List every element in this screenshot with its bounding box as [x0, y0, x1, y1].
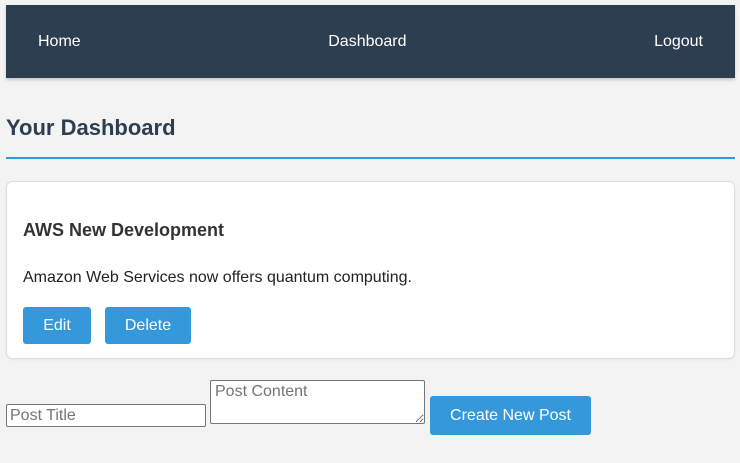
delete-post-button[interactable]: Delete — [105, 307, 191, 344]
dashboard-page: Home Dashboard Logout Your Dashboard AWS… — [0, 0, 740, 463]
edit-post-button[interactable]: Edit — [23, 307, 91, 344]
title-divider — [6, 157, 735, 159]
post-title-input[interactable] — [6, 404, 206, 427]
nav-dashboard-link[interactable]: Dashboard — [328, 33, 406, 51]
create-post-button[interactable]: Create New Post — [430, 396, 591, 435]
top-navbar: Home Dashboard Logout — [6, 5, 735, 78]
post-card: AWS New Development Amazon Web Services … — [6, 181, 735, 359]
page-title: Your Dashboard — [6, 115, 176, 140]
post-content-textarea[interactable] — [210, 380, 425, 424]
nav-logout-link[interactable]: Logout — [654, 33, 703, 51]
post-title: AWS New Development — [23, 220, 225, 240]
nav-home-link[interactable]: Home — [38, 33, 81, 51]
post-content: Amazon Web Services now offers quantum c… — [23, 269, 412, 286]
